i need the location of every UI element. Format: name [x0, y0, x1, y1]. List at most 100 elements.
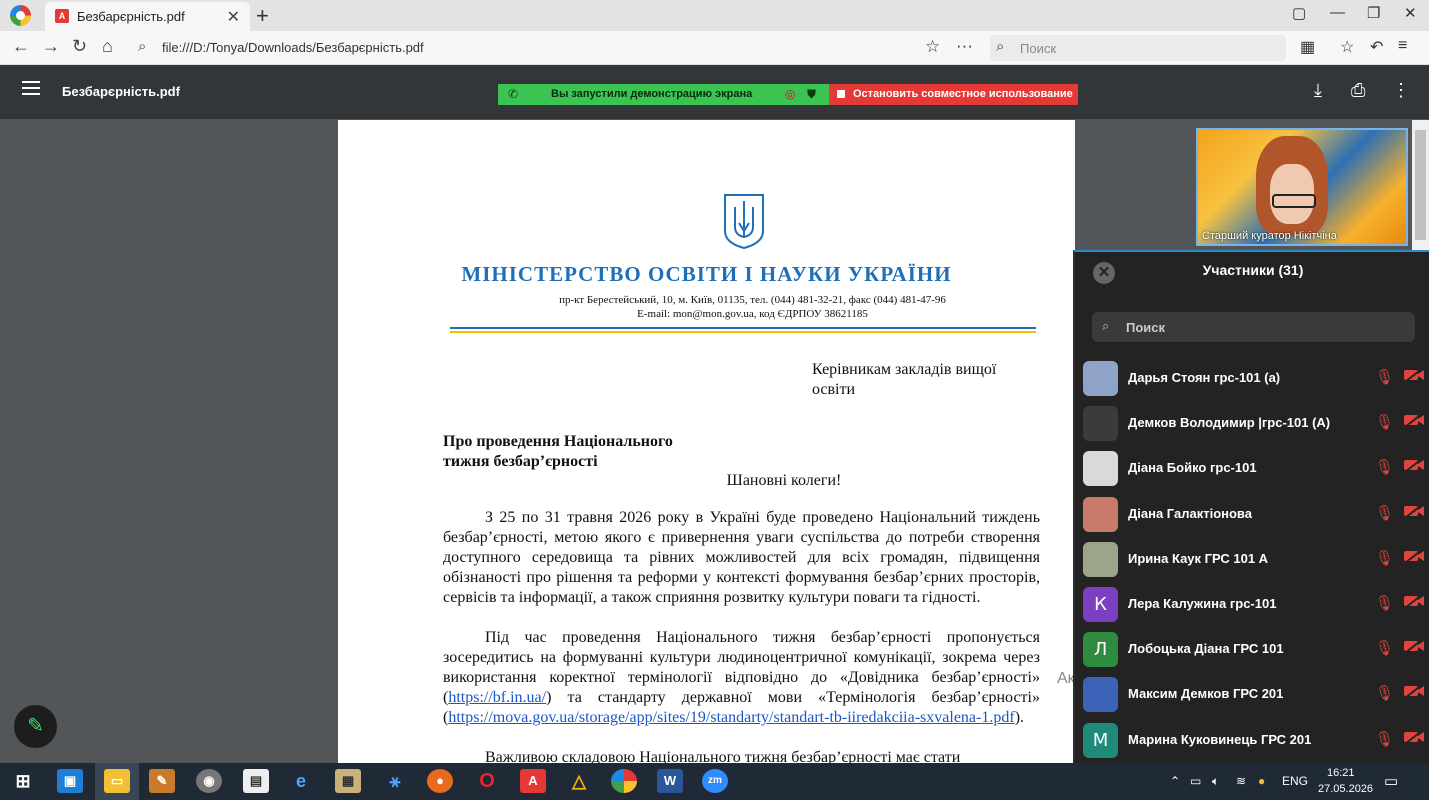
- favorites-icon[interactable]: ☆: [1340, 37, 1354, 57]
- stop-share-button[interactable]: Остановить совместное использование: [829, 84, 1078, 105]
- close-window-button[interactable]: ✕: [1404, 4, 1417, 22]
- participant-name: Діана Галактіонова: [1128, 505, 1252, 521]
- participant-row[interactable]: Ирина Каук ГРС 101 А 🎙︎: [1075, 537, 1429, 582]
- more-vert-icon[interactable]: ⋮: [1392, 80, 1410, 101]
- subject-line-1: Про проведення Національного: [443, 433, 673, 450]
- zoom-icon[interactable]: zm: [702, 769, 728, 793]
- participant-row[interactable]: Діана Бойко грс-101 🎙︎: [1075, 446, 1429, 491]
- muted-mic-icon[interactable]: 🎙︎: [1375, 549, 1394, 567]
- word-icon[interactable]: W: [657, 769, 683, 793]
- volume-icon[interactable]: 🔈︎: [1212, 774, 1219, 789]
- muted-mic-icon[interactable]: 🎙︎: [1375, 413, 1394, 431]
- browser-taskbar-icon[interactable]: [611, 769, 637, 793]
- forward-button[interactable]: →: [42, 36, 60, 57]
- muted-mic-icon[interactable]: 🎙︎: [1375, 504, 1394, 522]
- clock-date[interactable]: 27.05.2026: [1318, 783, 1373, 795]
- opera-icon[interactable]: O: [474, 769, 500, 793]
- participant-name: Лобоцька Діана ГРС 101: [1128, 641, 1284, 657]
- muted-mic-icon[interactable]: 🎙︎: [1375, 368, 1394, 386]
- reload-button[interactable]: ↻: [72, 36, 87, 57]
- battery-icon[interactable]: ▭: [1190, 774, 1201, 788]
- ministry-title: МІНІСТЕРСТВО ОСВІТИ І НАУКИ УКРАЇНИ: [461, 262, 952, 286]
- minimize-button[interactable]: —: [1330, 4, 1345, 21]
- browser-tab[interactable]: A Безбарєрність.pdf ✕: [45, 2, 250, 31]
- store-icon[interactable]: ▣: [57, 769, 83, 793]
- scrollbar[interactable]: [1412, 120, 1429, 250]
- apps-grid-icon[interactable]: ▦: [1300, 37, 1315, 57]
- language-indicator[interactable]: ENG: [1282, 774, 1308, 788]
- more-options-icon[interactable]: ···: [956, 36, 973, 56]
- internet-explorer-icon[interactable]: e: [288, 769, 314, 793]
- vpn-icon[interactable]: ●: [1258, 774, 1265, 788]
- participant-row[interactable]: Дарья Стоян грс-101 (а) 🎙︎: [1075, 356, 1429, 401]
- bookmark-star-icon[interactable]: ☆: [925, 37, 940, 57]
- participants-search-input[interactable]: ⌕ Поиск: [1092, 312, 1415, 342]
- participant-avatar: М: [1083, 722, 1118, 758]
- link-standard[interactable]: https://mova.gov.ua/storage/app/sites/19…: [448, 709, 1014, 726]
- video-off-icon[interactable]: [1403, 638, 1425, 654]
- scrollbar-thumb[interactable]: [1415, 130, 1426, 240]
- video-off-icon[interactable]: [1403, 367, 1425, 383]
- video-off-icon[interactable]: [1403, 502, 1425, 519]
- record-icon[interactable]: ◎: [785, 87, 795, 101]
- annotate-pen-button[interactable]: ✎: [12, 703, 59, 750]
- letter-subject: Про проведення Національного тижня безба…: [443, 432, 743, 472]
- participant-row[interactable]: К Лера Калужина грс-101 🎙︎: [1075, 582, 1429, 627]
- video-tile[interactable]: Старший куратор Нікітчіна: [1196, 128, 1408, 246]
- tray-chevron-icon[interactable]: ⌃: [1170, 774, 1180, 788]
- coat-of-arms-icon: [724, 194, 764, 250]
- download-icon[interactable]: ⤓: [1314, 80, 1322, 101]
- maximize-button[interactable]: ❐: [1367, 4, 1380, 22]
- history-icon[interactable]: ↶: [1370, 37, 1383, 57]
- muted-mic-icon[interactable]: 🎙︎: [1375, 594, 1394, 612]
- new-tab-button[interactable]: +: [256, 3, 269, 29]
- participant-row[interactable]: М Марина Куковинець ГРС 201 🎙︎: [1075, 718, 1429, 763]
- video-off-icon[interactable]: [1403, 683, 1425, 700]
- stop-square-icon: [837, 90, 845, 98]
- video-off-icon[interactable]: [1403, 412, 1425, 428]
- shield-icon[interactable]: ⛊: [807, 87, 816, 102]
- archive-icon[interactable]: ▦: [335, 769, 361, 793]
- hamburger-menu-icon[interactable]: [22, 81, 40, 95]
- menu-icon[interactable]: ≡: [1398, 37, 1407, 55]
- paint-icon[interactable]: ✎: [149, 769, 175, 793]
- participant-avatar: [1083, 406, 1118, 442]
- notifications-icon[interactable]: ▭: [1384, 772, 1398, 790]
- participant-row[interactable]: Демков Володимир |грс-101 (А) 🎙︎: [1075, 401, 1429, 446]
- pdf-file-icon: A: [55, 9, 69, 23]
- app-icon[interactable]: △: [566, 769, 592, 793]
- back-button[interactable]: ←: [12, 36, 30, 57]
- print-icon[interactable]: ⎙: [1351, 80, 1365, 101]
- video-off-icon[interactable]: [1403, 593, 1425, 609]
- search-icon: ⌕: [996, 38, 1005, 55]
- muted-mic-icon[interactable]: 🎙︎: [1375, 730, 1394, 748]
- windows-start-icon[interactable]: ⊞: [10, 769, 36, 793]
- pdf-reader-icon[interactable]: A: [520, 769, 546, 793]
- url-field[interactable]: ⌕ file:///D:/Tonya/Downloads/Безбарєрніс…: [130, 35, 980, 61]
- link-dovidnyk[interactable]: https://bf.in.ua/: [448, 689, 546, 706]
- clock-time[interactable]: 16:21: [1327, 767, 1355, 779]
- participant-row[interactable]: Діана Галактіонова 🎙︎: [1075, 492, 1429, 537]
- file-explorer-icon[interactable]: ▭: [104, 769, 130, 793]
- close-tab-icon[interactable]: ✕: [227, 7, 240, 27]
- media-player-icon[interactable]: ◉: [196, 769, 222, 793]
- muted-mic-icon[interactable]: 🎙︎: [1375, 639, 1394, 657]
- firefox-icon[interactable]: ●: [427, 769, 453, 793]
- muted-mic-icon[interactable]: 🎙︎: [1375, 458, 1394, 476]
- ministry-address: пр-кт Берестейський, 10, м. Київ, 01135,…: [559, 294, 946, 306]
- video-off-icon[interactable]: [1403, 457, 1425, 474]
- browser-logo-icon[interactable]: [10, 5, 31, 26]
- participant-row[interactable]: Л Лобоцька Діана ГРС 101 🎙︎: [1075, 627, 1429, 672]
- tab-title: Безбарєрність.pdf: [77, 9, 185, 24]
- muted-mic-icon[interactable]: 🎙︎: [1375, 684, 1394, 702]
- url-text[interactable]: file:///D:/Tonya/Downloads/Безбарєрність…: [162, 40, 424, 55]
- home-button[interactable]: ⌂: [102, 36, 113, 57]
- network-icon[interactable]: ⚹: [382, 769, 408, 793]
- notepad-icon[interactable]: ▤: [243, 769, 269, 793]
- browser-search-input[interactable]: ⌕ Поиск: [990, 35, 1286, 61]
- video-off-icon[interactable]: [1403, 728, 1425, 745]
- video-off-icon[interactable]: [1403, 548, 1425, 564]
- tab-counter-icon[interactable]: ▢: [1292, 4, 1306, 22]
- wifi-icon[interactable]: ≋: [1236, 774, 1246, 788]
- participant-row[interactable]: Максим Демков ГРС 201 🎙︎: [1075, 672, 1429, 717]
